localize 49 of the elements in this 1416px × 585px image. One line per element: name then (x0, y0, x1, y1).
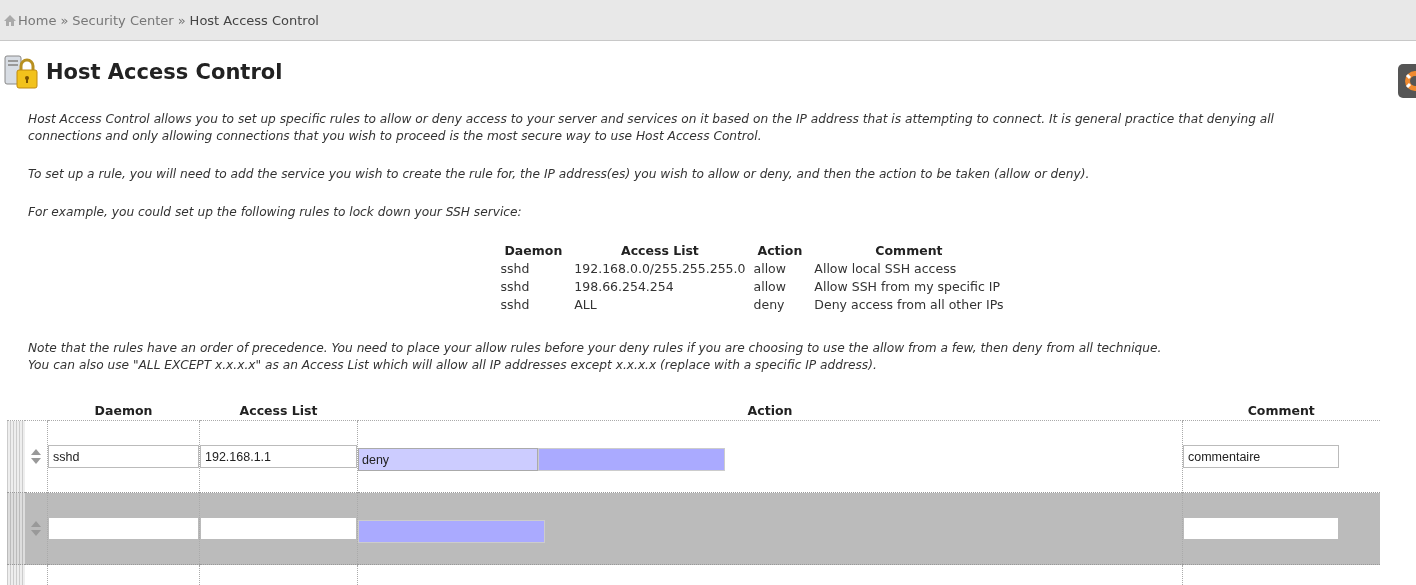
breadcrumb-link[interactable]: Security Center (72, 12, 174, 28)
server-lock-icon (4, 55, 40, 89)
example-comment: Allow SSH from my specific IP (813, 278, 1001, 296)
drag-handle[interactable] (7, 420, 25, 493)
example-comment: Allow local SSH access (813, 260, 958, 278)
example-column-header: Comment (874, 242, 944, 260)
daemon-field[interactable]: sshd (48, 445, 199, 468)
note-text: Note that the rules have an order of precedence. You need to place your allow rules before your deny rules if you are choosing to use the allow from a few, then deny from all technique. (28, 340, 1163, 357)
breadcrumb-separator: » (177, 12, 186, 28)
daemon-field[interactable] (48, 517, 199, 540)
example-daemon: sshd (499, 296, 531, 314)
example-action: allow (752, 260, 787, 278)
comment-field[interactable]: commentaire (1183, 445, 1339, 468)
home-link[interactable]: Home (4, 12, 57, 28)
example-daemon: sshd (499, 260, 531, 278)
comment-field[interactable] (1183, 517, 1339, 540)
column-header: Access List (199, 400, 358, 421)
example-daemon: sshd (499, 278, 531, 296)
breadcrumb-current: Host Access Control (189, 12, 319, 28)
action-select[interactable]: deny (358, 448, 538, 471)
drag-handle[interactable] (7, 492, 25, 565)
breadcrumb-separator: » (60, 12, 69, 28)
example-comment: Deny access from all other IPs (813, 296, 1005, 314)
home-icon (4, 14, 16, 26)
description-paragraph: Host Access Control allows you to set up specific rules to allow or deny access to your server and services on it based on the IP address that is attempting to connect. It is general practice that denying all connections and only allowing connections that you wish to proceed is the most secure way to use Host Access Control. (28, 111, 1275, 145)
example-access-list: ALL (570, 296, 750, 314)
down-arrow-icon[interactable] (31, 530, 41, 536)
help-lifebuoy-icon[interactable] (1398, 64, 1416, 98)
example-column-header: Action (756, 242, 804, 260)
example-access-list: 198.66.254.254 (570, 278, 750, 296)
note-text: You can also use "ALL EXCEPT x.x.x.x" as an Access List which will allow all IP addresses except x.x.x.x (replace with a specific IP address). (28, 357, 878, 374)
column-header: Action (357, 400, 1183, 421)
access-list-field[interactable]: 192.168.1.1 (200, 445, 357, 468)
example-column-header: Daemon (503, 242, 564, 260)
description-paragraph: To set up a rule, you will need to add the service you wish to create the rule for, the IP address(es) you wish to allow or deny, and then the action to be taken (allow or deny). (28, 166, 1091, 183)
column-header: Comment (1182, 400, 1380, 421)
action-dropdown-bar[interactable] (358, 520, 545, 543)
up-arrow-icon[interactable] (31, 521, 41, 527)
example-access-list: 192.168.0.0/255.255.255.0 (570, 260, 750, 278)
example-action: deny (752, 296, 786, 314)
column-header: Daemon (47, 400, 200, 421)
action-dropdown-bar[interactable] (538, 448, 725, 471)
access-list-field[interactable] (200, 517, 357, 540)
down-arrow-icon[interactable] (31, 458, 41, 464)
page-title: Host Access Control (46, 60, 283, 84)
description-paragraph: For example, you could set up the following rules to lock down your SSH service: (28, 204, 523, 221)
example-action: allow (752, 278, 787, 296)
up-arrow-icon[interactable] (31, 449, 41, 455)
example-column-header: Access List (619, 242, 700, 260)
